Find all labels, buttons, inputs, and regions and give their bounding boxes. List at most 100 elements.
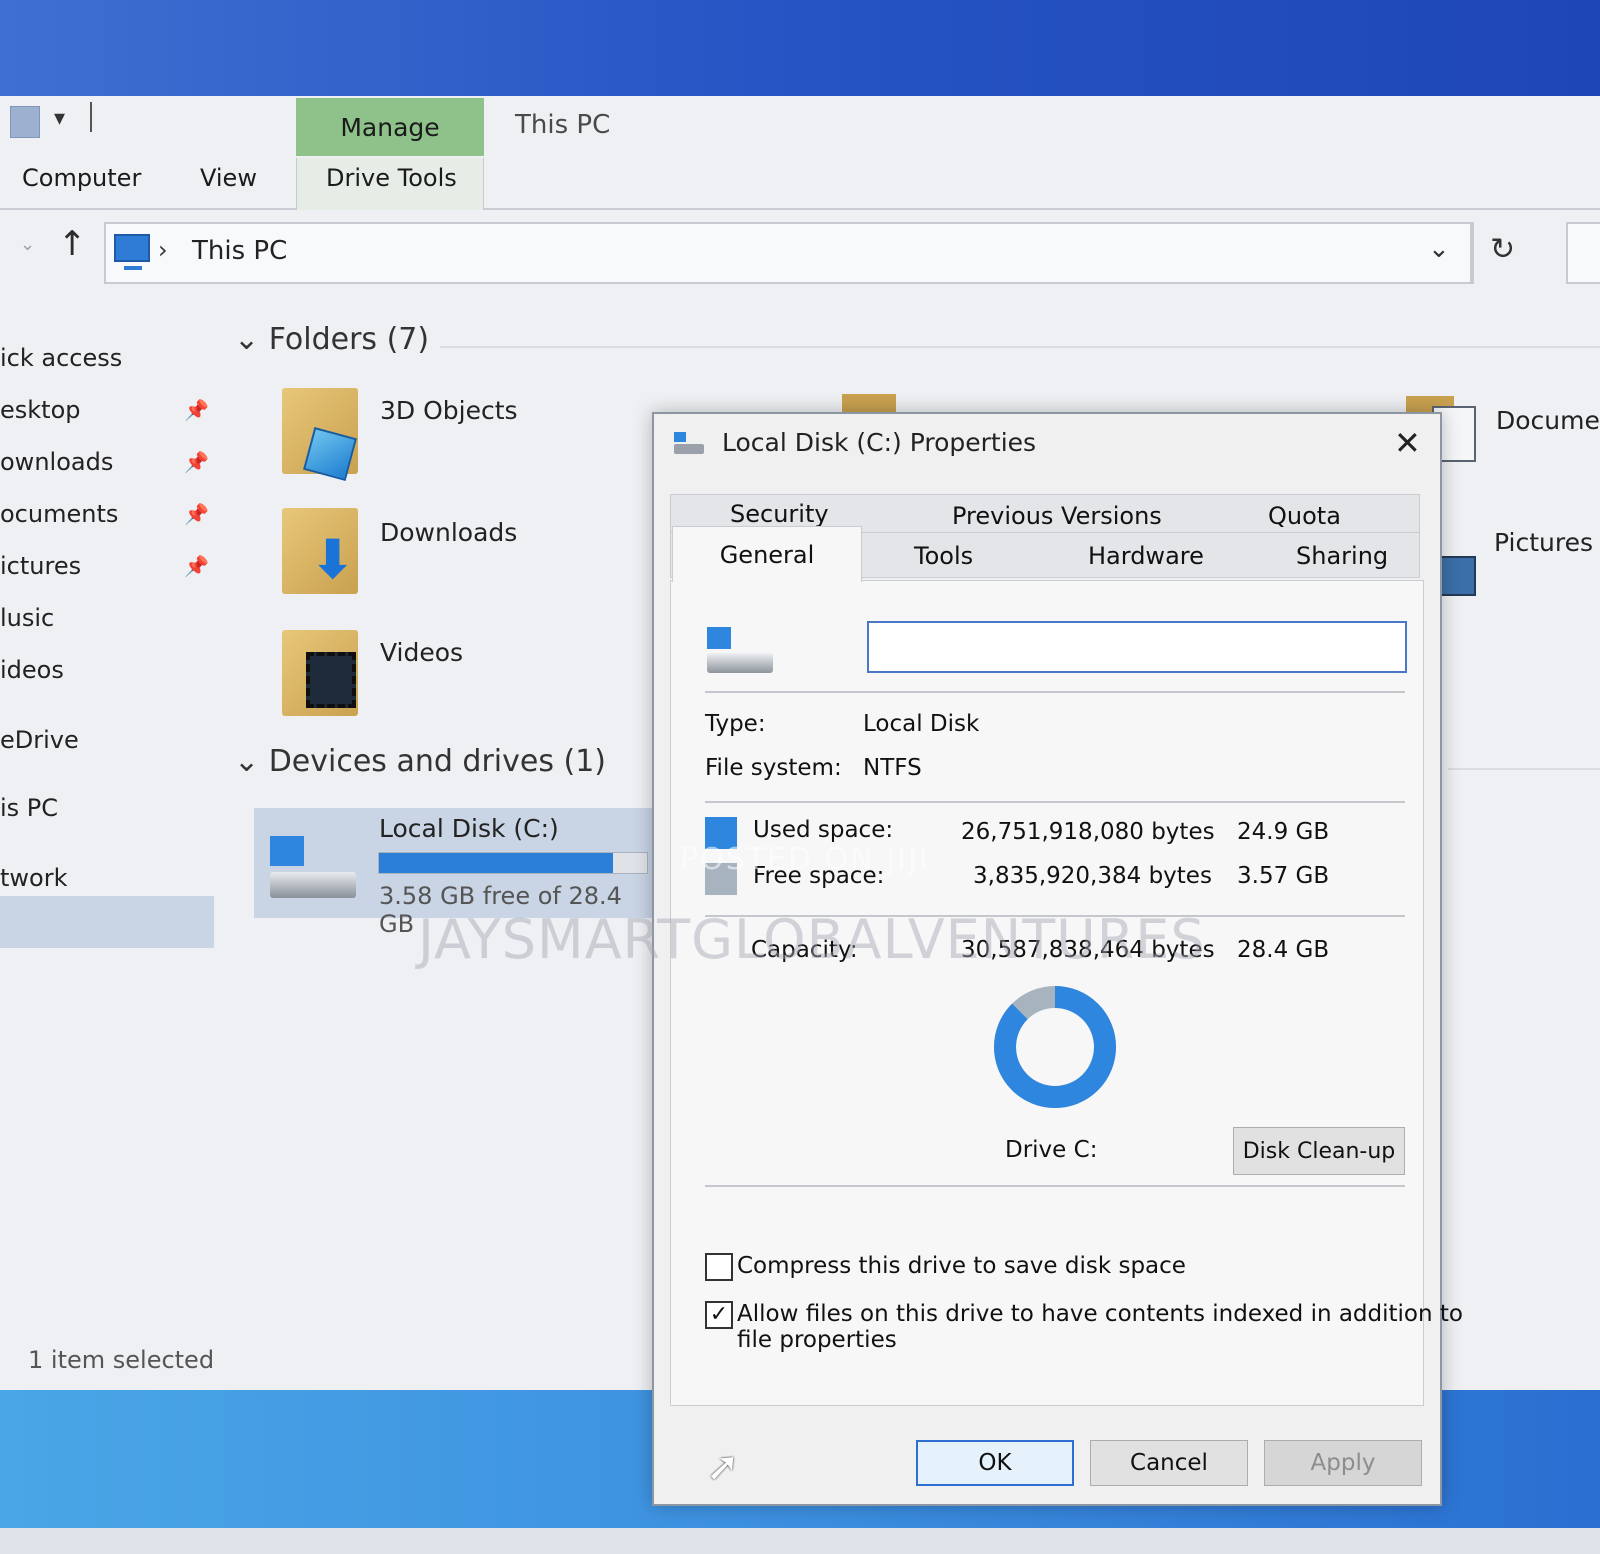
index-label-line1[interactable]: Allow files on this drive to have conten… bbox=[737, 1301, 1463, 1327]
sidebar-selection-highlight bbox=[0, 896, 214, 948]
drive-name: Local Disk (C:) bbox=[379, 814, 559, 843]
address-bar[interactable]: › This PC ⌄ ↻ bbox=[104, 222, 1515, 284]
cancel-button[interactable]: Cancel bbox=[1090, 1440, 1248, 1486]
refresh-icon[interactable]: ↻ bbox=[1490, 232, 1515, 267]
folder-3d-objects[interactable]: 3D Objects bbox=[380, 396, 518, 425]
capacity-size: 28.4 GB bbox=[1237, 937, 1330, 963]
apply-button[interactable]: Apply bbox=[1264, 1440, 1422, 1486]
tab-previous-versions[interactable]: Previous Versions bbox=[952, 502, 1162, 530]
breadcrumb-this-pc[interactable]: This PC bbox=[192, 236, 287, 266]
folder-icon bbox=[842, 394, 896, 414]
sidebar-item-documents[interactable]: ocuments bbox=[0, 500, 118, 528]
compress-checkbox[interactable] bbox=[705, 1253, 733, 1281]
tab-quota[interactable]: Quota bbox=[1268, 502, 1341, 530]
close-icon[interactable]: ✕ bbox=[1394, 424, 1421, 462]
taskbar bbox=[0, 1528, 1600, 1554]
free-space-size: 3.57 GB bbox=[1237, 863, 1330, 889]
pin-icon: 📌 bbox=[184, 450, 209, 474]
address-dropdown-icon[interactable]: ⌄ bbox=[1428, 234, 1450, 264]
this-pc-icon bbox=[114, 234, 150, 270]
disk-usage-donut bbox=[994, 986, 1116, 1108]
sidebar-item-videos[interactable]: ideos bbox=[0, 656, 64, 684]
title-bar: ▾ Manage This PC bbox=[0, 96, 1600, 158]
mouse-cursor-icon: ➚ bbox=[706, 1444, 740, 1490]
section-divider bbox=[440, 346, 1600, 348]
quick-access-properties-icon[interactable] bbox=[10, 106, 40, 138]
watermark-posted: POSTED ON JIJI bbox=[680, 842, 930, 877]
sidebar-item-music[interactable]: lusic bbox=[0, 604, 54, 632]
hard-drive-icon bbox=[707, 627, 777, 677]
tab-tools[interactable]: Tools bbox=[914, 542, 973, 570]
breadcrumb-chevron-icon[interactable]: › bbox=[158, 236, 168, 264]
window-title: This PC bbox=[515, 110, 611, 140]
search-box[interactable] bbox=[1566, 222, 1600, 284]
folder-pictures[interactable]: Pictures bbox=[1494, 528, 1593, 557]
drive-usage-bar bbox=[378, 852, 648, 874]
devices-header-label: Devices and drives (1) bbox=[268, 744, 607, 779]
customize-toolbar-icon[interactable]: ▾ bbox=[54, 106, 65, 131]
download-arrow-icon: ⬇ bbox=[310, 528, 356, 591]
index-label-line2[interactable]: file properties bbox=[737, 1327, 897, 1353]
film-strip-icon bbox=[306, 652, 356, 708]
chevron-down-icon: ⌄ bbox=[234, 744, 269, 779]
folders-section-header[interactable]: ⌄ Folders (7) bbox=[234, 322, 429, 357]
status-bar-text: 1 item selected bbox=[28, 1346, 215, 1374]
tab-security[interactable]: Security bbox=[730, 500, 829, 528]
pin-icon: 📌 bbox=[184, 554, 209, 578]
sidebar-item-onedrive[interactable]: eDrive bbox=[0, 726, 79, 754]
section-divider bbox=[1448, 768, 1600, 770]
tab-hardware[interactable]: Hardware bbox=[1088, 542, 1204, 570]
tab-view[interactable]: View bbox=[200, 164, 257, 192]
used-space-label: Used space: bbox=[753, 817, 894, 843]
divider bbox=[705, 1185, 1405, 1187]
folder-downloads[interactable]: Downloads bbox=[380, 518, 517, 547]
divider bbox=[705, 801, 1405, 803]
type-label: Type: bbox=[705, 711, 766, 737]
type-value: Local Disk bbox=[863, 711, 980, 737]
used-space-size: 24.9 GB bbox=[1237, 819, 1330, 845]
file-system-value: NTFS bbox=[863, 755, 922, 781]
drive-name-input[interactable] bbox=[867, 621, 1407, 673]
sidebar-item-desktop[interactable]: esktop bbox=[0, 396, 81, 424]
sidebar-item-quick-access[interactable]: ick access bbox=[0, 344, 122, 372]
navigation-pane: ick access esktop 📌 ownloads 📌 ocuments … bbox=[0, 316, 220, 1316]
hard-drive-icon bbox=[266, 832, 358, 902]
folders-header-label: Folders (7) bbox=[268, 322, 430, 357]
compress-label[interactable]: Compress this drive to save disk space bbox=[737, 1253, 1186, 1279]
folder-documents[interactable]: Docume bbox=[1496, 406, 1600, 435]
address-divider bbox=[1470, 224, 1472, 282]
devices-section-header[interactable]: ⌄ Devices and drives (1) bbox=[234, 744, 606, 779]
toolbar-separator bbox=[90, 102, 92, 132]
tab-computer[interactable]: Computer bbox=[22, 164, 141, 192]
ok-button[interactable]: OK bbox=[916, 1440, 1074, 1486]
pin-icon: 📌 bbox=[184, 502, 209, 526]
donut-used-segment bbox=[994, 986, 1116, 1108]
folder-videos[interactable]: Videos bbox=[380, 638, 463, 667]
general-tab-panel: Type: Local Disk File system: NTFS Used … bbox=[670, 580, 1463, 1406]
tab-general[interactable]: General bbox=[672, 526, 862, 582]
drive-tile-c[interactable]: Local Disk (C:) 3.58 GB free of 28.4 GB bbox=[254, 808, 654, 938]
watermark-brand: JAYSMARTGLOBALVENTURES bbox=[418, 908, 1206, 971]
used-space-bytes: 26,751,918,080 bytes bbox=[961, 819, 1215, 845]
ribbon-tabs: Computer View Drive Tools bbox=[0, 158, 1600, 210]
address-row: ⌄ ↑ › This PC ⌄ ↻ bbox=[0, 212, 1600, 296]
index-checkbox[interactable]: ✓ bbox=[705, 1301, 733, 1329]
sidebar-item-downloads[interactable]: ownloads bbox=[0, 448, 113, 476]
manage-context-tab[interactable]: Manage bbox=[296, 98, 484, 156]
sidebar-item-pictures[interactable]: ictures bbox=[0, 552, 81, 580]
sidebar-item-network[interactable]: twork bbox=[0, 864, 68, 892]
disk-cleanup-button[interactable]: Disk Clean-up bbox=[1233, 1127, 1405, 1175]
tab-sharing[interactable]: Sharing bbox=[1296, 542, 1388, 570]
tab-drive-tools[interactable]: Drive Tools bbox=[326, 164, 457, 192]
recent-locations-icon[interactable]: ⌄ bbox=[20, 234, 35, 255]
drive-usage-fill bbox=[379, 853, 614, 873]
drive-label: Drive C: bbox=[1005, 1137, 1098, 1163]
desktop-top bbox=[0, 0, 1600, 96]
free-space-bytes: 3,835,920,384 bytes bbox=[973, 863, 1212, 889]
file-system-label: File system: bbox=[705, 755, 842, 781]
divider bbox=[705, 691, 1405, 693]
sidebar-item-this-pc[interactable]: is PC bbox=[0, 794, 58, 822]
drive-icon bbox=[672, 432, 706, 456]
pin-icon: 📌 bbox=[184, 398, 209, 422]
up-arrow-icon[interactable]: ↑ bbox=[58, 224, 87, 264]
